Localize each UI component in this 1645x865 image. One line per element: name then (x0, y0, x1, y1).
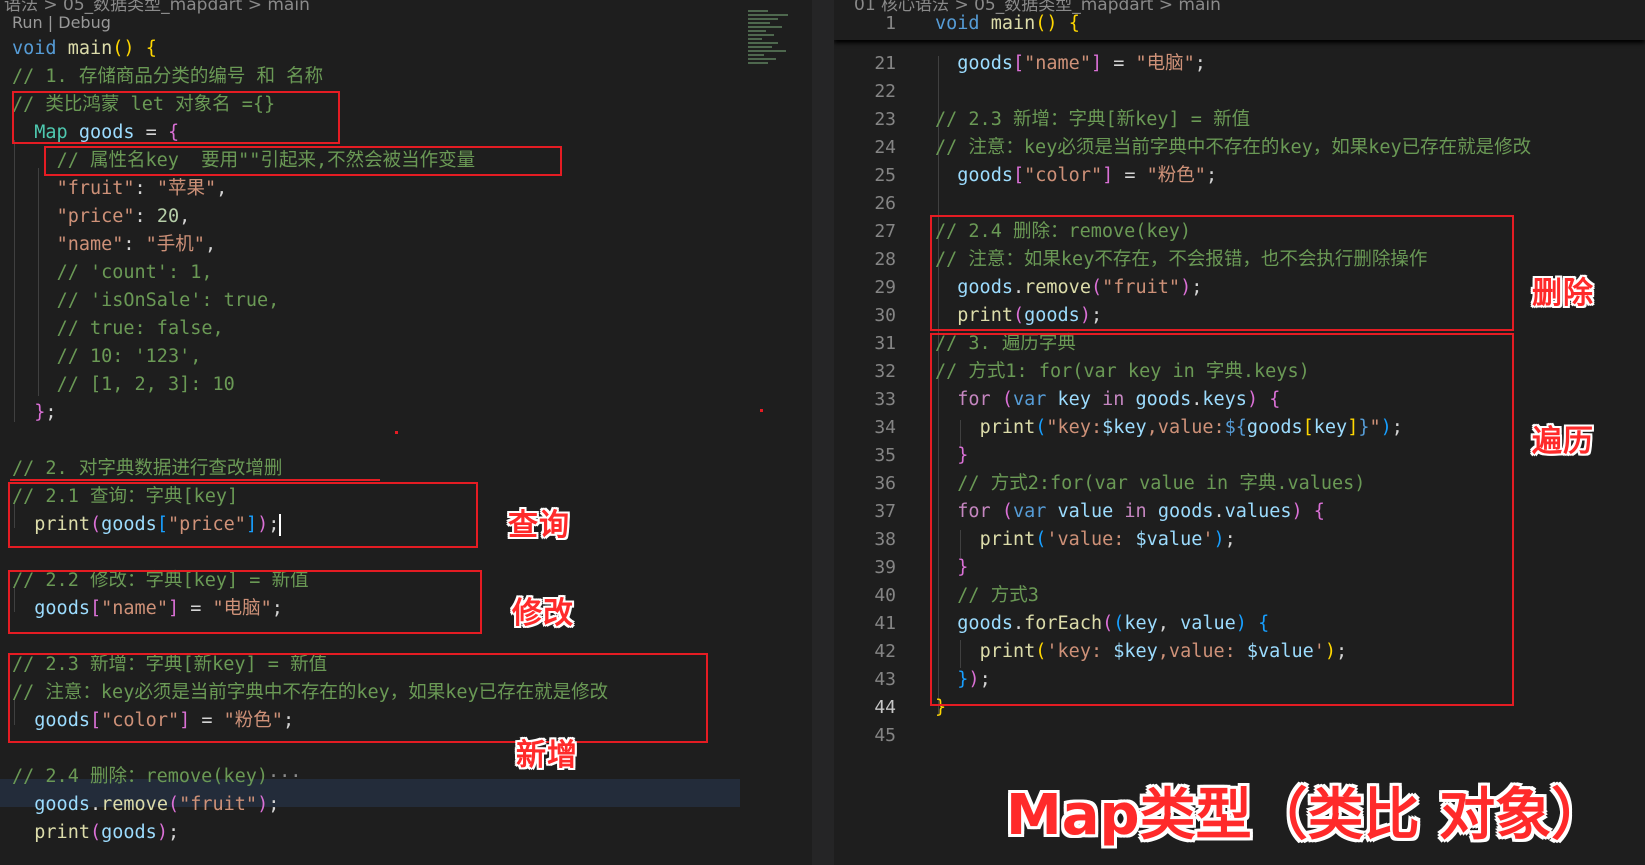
line-number: 29 (874, 277, 896, 298)
code-line[interactable]: // 注意：key必须是当前字典中不存在的key，如果key已存在就是修改 (935, 134, 1531, 162)
stray-mark (760, 409, 763, 412)
highlight-box (930, 333, 1514, 706)
line-number: 25 (874, 165, 896, 186)
code-line[interactable]: // 'isOnSale': true, (12, 287, 280, 315)
highlight-box (12, 91, 340, 144)
line-number: 44 (874, 697, 896, 718)
code-line[interactable]: goods["name"] = "电脑"; (935, 50, 1206, 78)
line-number: 43 (874, 669, 896, 690)
line-number: 28 (874, 249, 896, 270)
code-line[interactable]: print(goods); (12, 819, 179, 847)
code-line[interactable]: goods.remove("fruit"); (12, 791, 279, 819)
annotation-iterate: 遍历 (1532, 424, 1594, 459)
line-number: 45 (874, 725, 896, 746)
line-number: 32 (874, 361, 896, 382)
line-number: 34 (874, 417, 896, 438)
highlight-box (8, 570, 482, 634)
code-line[interactable]: void main() { (935, 10, 1080, 38)
annotation-query: 查询 (508, 508, 570, 543)
annotation-delete: 删除 (1532, 276, 1594, 311)
line-number: 22 (874, 81, 896, 102)
line-number: 41 (874, 613, 896, 634)
sticky-scroll-header[interactable]: 01 核心语法 > 05_数据类型_mapdart > main 1 void … (834, 0, 1645, 40)
left-editor-pane[interactable]: 语法 > 05_数据类型_mapdart > main Run | Debug … (0, 0, 812, 865)
highlight-box (8, 653, 708, 743)
underline-mark (10, 479, 380, 481)
highlight-box (8, 482, 478, 548)
line-number: 21 (874, 53, 896, 74)
slide-title: Map类型（类比 对象） (1006, 783, 1608, 848)
line-number: 39 (874, 557, 896, 578)
code-line[interactable]: "name": "手机", (12, 231, 217, 259)
line-number: 23 (874, 109, 896, 130)
code-line[interactable]: // [1, 2, 3]: 10 (12, 371, 235, 399)
code-line[interactable]: // 2.4 删除：remove(key)··· (12, 763, 301, 791)
line-number: 37 (874, 501, 896, 522)
line-number: 31 (874, 333, 896, 354)
line-number: 26 (874, 193, 896, 214)
code-line[interactable]: "price": 20, (12, 203, 191, 231)
code-line[interactable]: // 10: '123', (12, 343, 202, 371)
stray-mark (395, 431, 398, 434)
line-number: 38 (874, 529, 896, 550)
code-line[interactable]: // 1. 存储商品分类的编号 和 名称 (12, 63, 323, 91)
editor-split-divider[interactable] (812, 0, 834, 865)
line-number: 30 (874, 305, 896, 326)
line-number: 27 (874, 221, 896, 242)
line-number: 1 (885, 13, 896, 34)
code-line[interactable]: // true: false, (12, 315, 224, 343)
annotation-add: 新增 (516, 738, 578, 773)
run-debug-codelens[interactable]: Run | Debug (12, 13, 111, 32)
annotation-modify: 修改 (512, 596, 574, 631)
line-number: 24 (874, 137, 896, 158)
code-line[interactable]: // 2.3 新增：字典[新key] = 新值 (935, 106, 1250, 134)
minimap[interactable] (748, 10, 812, 80)
code-line[interactable]: "fruit": "苹果", (12, 175, 228, 203)
highlight-box (44, 146, 562, 176)
line-number: 33 (874, 389, 896, 410)
code-line[interactable]: }; (12, 399, 56, 427)
line-number: 36 (874, 473, 896, 494)
code-line[interactable]: goods["color"] = "粉色"; (935, 162, 1217, 190)
highlight-box (930, 215, 1514, 331)
line-number: 35 (874, 445, 896, 466)
line-number: 40 (874, 585, 896, 606)
right-editor-pane[interactable]: 01 核心语法 > 05_数据类型_mapdart > main 1 void … (834, 0, 1645, 865)
line-number: 42 (874, 641, 896, 662)
code-line[interactable]: // 'count': 1, (12, 259, 213, 287)
code-line[interactable]: void main() { (12, 35, 157, 63)
